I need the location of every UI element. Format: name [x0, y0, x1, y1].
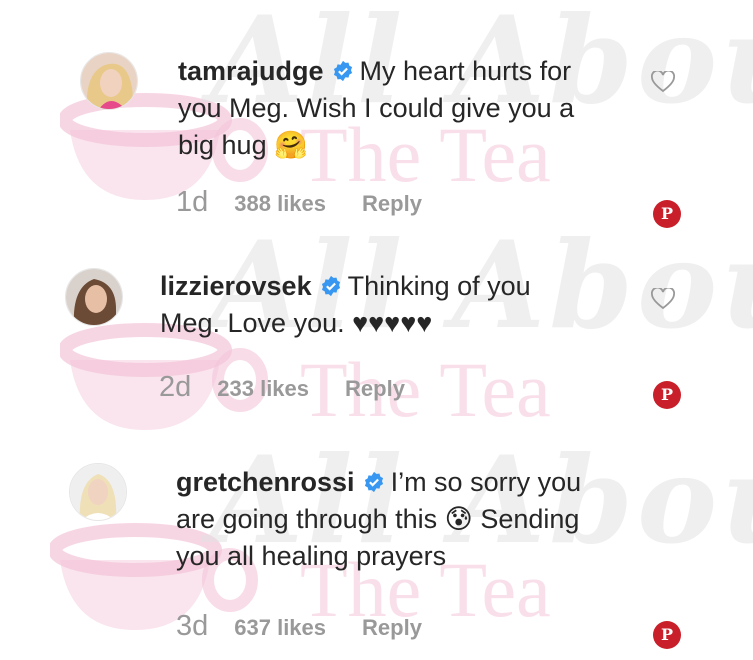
comment-body-line: I’m so sorry you — [390, 467, 582, 497]
comment-body-line: you all healing prayers — [176, 541, 447, 571]
comment-body-line: Meg. Love you. ♥♥♥♥♥ — [160, 308, 433, 338]
reply-button[interactable]: Reply — [362, 191, 422, 216]
comment-body-line: My heart hurts for — [359, 56, 572, 86]
comment-meta: 3d 637 likes Reply — [176, 610, 422, 643]
username-link[interactable]: gretchenrossi — [176, 467, 355, 497]
likes-count-link[interactable]: 388 likes — [234, 191, 326, 216]
comment-meta: 2d 233 likes Reply — [159, 371, 405, 404]
avatar-image — [70, 464, 126, 520]
avatar[interactable] — [65, 268, 123, 326]
avatar[interactable] — [80, 52, 138, 110]
verified-badge-icon — [364, 471, 383, 493]
reply-button[interactable]: Reply — [345, 376, 405, 401]
pinterest-save-icon[interactable]: P — [653, 200, 681, 228]
avatar[interactable] — [69, 463, 127, 521]
pinterest-save-icon[interactable]: P — [653, 621, 681, 649]
avatar-image — [66, 269, 122, 325]
comment-body-line: you Meg. Wish I could give you a — [178, 93, 575, 123]
avatar-image — [81, 53, 137, 109]
comment-body-line: Thinking of you — [347, 271, 531, 301]
likes-count-link[interactable]: 637 likes — [234, 615, 326, 640]
username-link[interactable]: lizzierovsek — [160, 271, 312, 301]
comment-text: gretchenrossi I’m so sorry you are going … — [176, 464, 646, 575]
likes-count-link[interactable]: 233 likes — [217, 376, 309, 401]
pinterest-save-icon[interactable]: P — [653, 381, 681, 409]
like-heart-icon[interactable] — [651, 71, 675, 93]
comment-body-line: big hug 🤗 — [178, 130, 308, 160]
like-heart-icon[interactable] — [651, 288, 675, 310]
verified-badge-icon — [333, 60, 352, 82]
comment-timestamp: 3d — [176, 610, 209, 642]
comment-timestamp: 1d — [176, 186, 209, 218]
username-link[interactable]: tamrajudge — [178, 56, 324, 86]
comment-timestamp: 2d — [159, 371, 192, 403]
comment-text: tamrajudge My heart hurts for you Meg. Wi… — [178, 53, 608, 164]
comment-meta: 1d 388 likes Reply — [176, 186, 422, 219]
comment-body-line: are going through this 😰 Sending — [176, 504, 580, 534]
comment-text: lizzierovsek Thinking of you Meg. Love yo… — [160, 268, 590, 342]
verified-badge-icon — [321, 275, 340, 297]
reply-button[interactable]: Reply — [362, 615, 422, 640]
